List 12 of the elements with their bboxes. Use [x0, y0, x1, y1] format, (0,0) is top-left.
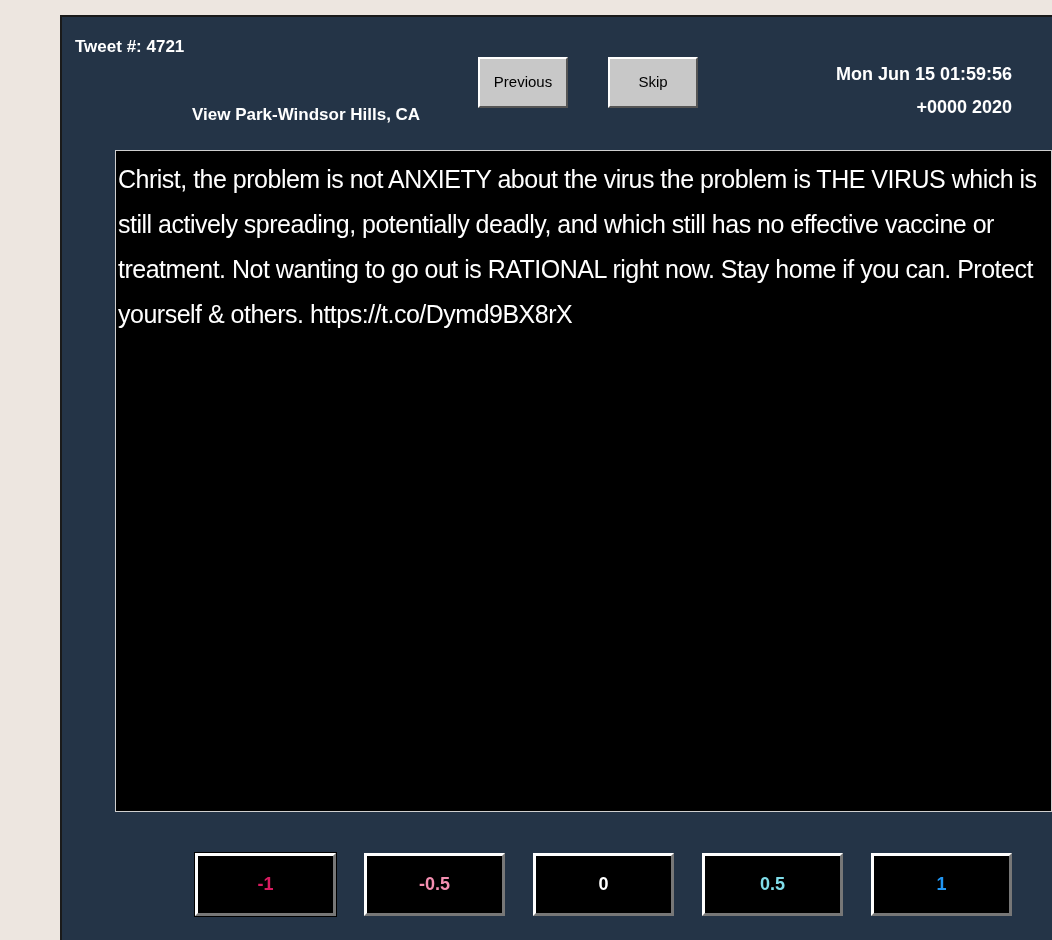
tweet-text: Christ, the problem is not ANXIETY about the virus the problem is THE VIRUS which is still actively spreading, potentially deadly, and which still has no effective vaccine or treatment. Not wanting to go out is RATIONAL right now. Stay home if you can. Protect yourself & others. https://t.co/Dymd9BX8rX	[118, 164, 1038, 330]
rating-button[interactable]: -1	[195, 853, 336, 916]
rating-button[interactable]: 1	[871, 853, 1012, 916]
tweet-number: Tweet #: 4721	[75, 36, 185, 58]
rating-button[interactable]: 0	[533, 853, 674, 916]
nav-button[interactable]: Skip	[608, 57, 698, 108]
tweet-location: View Park-Windsor Hills, CA	[192, 104, 421, 126]
tweet-date: Mon Jun 15 01:59:56	[835, 63, 1012, 86]
tweet-year: +0000 2020	[916, 96, 1012, 119]
rating-button[interactable]: 0.5	[702, 853, 843, 916]
nav-button[interactable]: Previous	[478, 57, 568, 108]
rating-button[interactable]: -0.5	[364, 853, 505, 916]
